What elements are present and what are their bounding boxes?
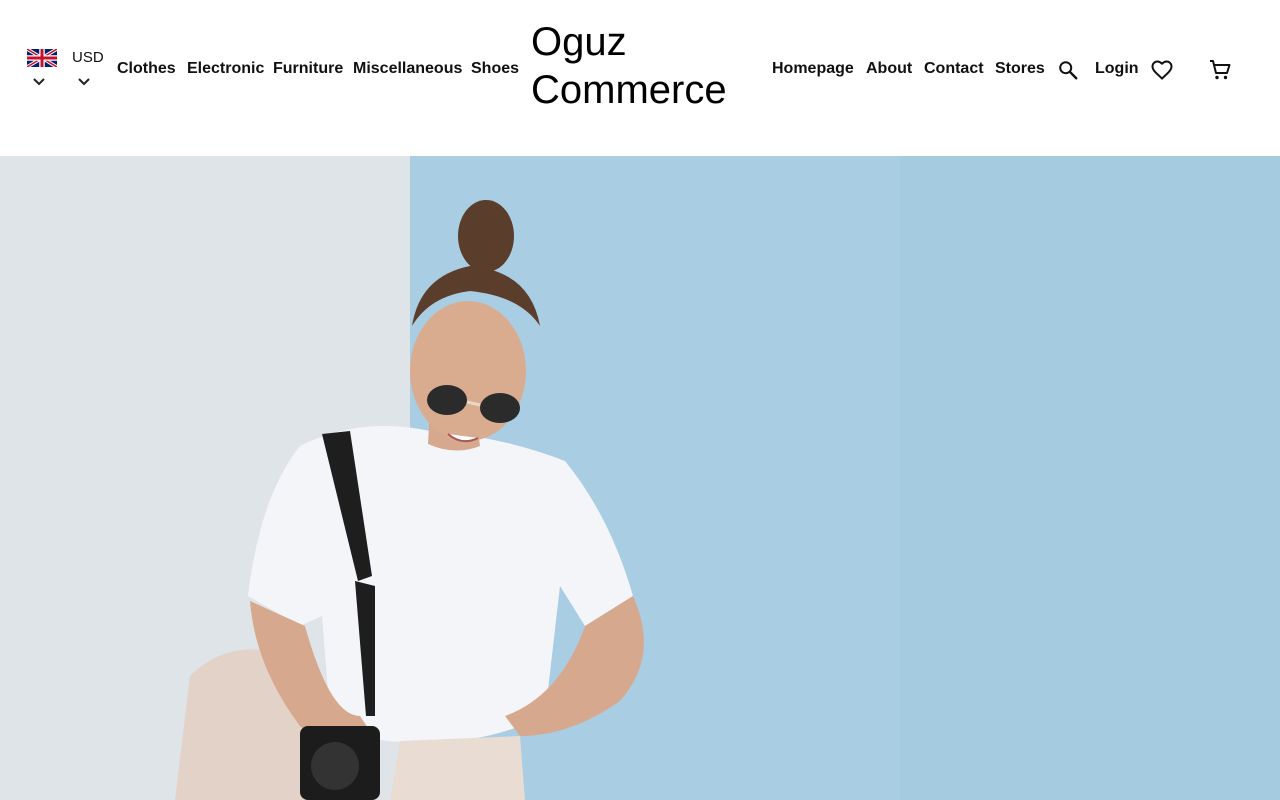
brand-logo[interactable]: Oguz Commerce bbox=[531, 18, 727, 114]
chevron-down-icon bbox=[33, 78, 45, 86]
top-navbar: USD Clothes Electronic Furniture Miscell… bbox=[0, 0, 1280, 156]
heart-icon[interactable] bbox=[1150, 58, 1174, 82]
brand-line-2: Commerce bbox=[531, 68, 727, 112]
nav-link-homepage[interactable]: Homepage bbox=[772, 60, 854, 78]
uk-flag-icon bbox=[27, 49, 57, 67]
cart-icon[interactable] bbox=[1208, 58, 1232, 82]
brand-line-1: Oguz bbox=[531, 20, 627, 64]
hero-photo bbox=[0, 156, 1280, 800]
chevron-down-icon bbox=[78, 78, 90, 86]
category-link-clothes[interactable]: Clothes bbox=[117, 60, 176, 78]
currency-label: USD bbox=[72, 49, 104, 66]
category-link-shoes[interactable]: Shoes bbox=[471, 60, 519, 78]
category-link-miscellaneous[interactable]: Miscellaneous bbox=[353, 60, 462, 78]
category-link-furniture[interactable]: Furniture bbox=[273, 60, 343, 78]
search-icon[interactable] bbox=[1057, 59, 1079, 81]
nav-link-contact[interactable]: Contact bbox=[924, 60, 984, 78]
nav-link-about[interactable]: About bbox=[866, 60, 912, 78]
hero-banner bbox=[0, 156, 1280, 800]
nav-link-stores[interactable]: Stores bbox=[995, 60, 1045, 78]
login-link[interactable]: Login bbox=[1095, 60, 1139, 78]
category-link-electronic[interactable]: Electronic bbox=[187, 60, 264, 78]
